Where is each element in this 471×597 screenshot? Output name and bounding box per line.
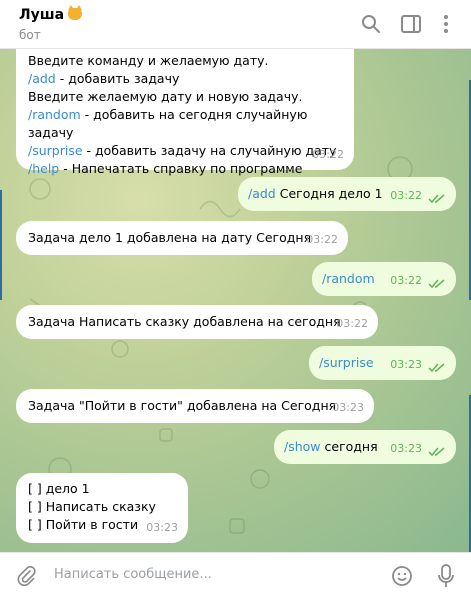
- message-time: 03:22: [306, 233, 338, 246]
- double-check-icon: [428, 194, 445, 204]
- add-description: - добавить задачу: [55, 71, 180, 86]
- outgoing-message: /surprise 03:23: [309, 346, 456, 380]
- surprise-description: - добавить задачу на случайную дату: [82, 143, 337, 158]
- message-time: 03:23: [390, 358, 422, 371]
- message-text: Задача "Пойти в гости" добавлена на Сего…: [28, 398, 337, 413]
- task-list-message: [ ] дело 1 [ ] Написать сказку [ ] Пойти…: [16, 473, 188, 543]
- command-link[interactable]: /show: [284, 439, 321, 454]
- incoming-message: Задача Написать сказку добавлена на сего…: [16, 305, 378, 339]
- chat-title[interactable]: Луша: [19, 5, 83, 23]
- command-link[interactable]: /add: [248, 186, 276, 201]
- message-input[interactable]: Написать сообщение...: [54, 567, 212, 582]
- message-time: 03:22: [390, 189, 422, 202]
- help-command-link[interactable]: /help: [28, 161, 59, 176]
- message-text: Задача дело 1 добавлена на дату Сегодня: [28, 230, 312, 245]
- incoming-message: Задача "Пойти в гости" добавлена на Сего…: [16, 389, 374, 423]
- chat-subtitle: бот: [19, 28, 41, 42]
- help-line-add: /add - добавить задачу: [28, 70, 342, 88]
- help-line-help: /help - Напечатать справку по программе: [28, 160, 342, 178]
- more-vert-icon[interactable]: [434, 12, 458, 36]
- message-time: 03:22: [336, 317, 368, 330]
- message-input-bar: Написать сообщение...: [0, 552, 471, 597]
- message-text: Задача Написать сказку добавлена на сего…: [28, 314, 341, 329]
- command-link[interactable]: /random: [322, 271, 375, 286]
- message-time: 03:23: [390, 442, 422, 455]
- help-message: Введите команду и желаемую дату. /add - …: [16, 49, 354, 176]
- outgoing-message: /add Сегодня дело 1 03:22: [238, 177, 456, 211]
- task-item: [ ] дело 1: [28, 481, 90, 496]
- paperclip-icon[interactable]: [14, 564, 38, 588]
- help-line-add-hint: Введите желаемую дату и новую задачу.: [28, 89, 303, 104]
- incoming-message: Задача дело 1 добавлена на дату Сегодня …: [16, 221, 348, 255]
- task-item: [ ] Написать сказку: [28, 499, 156, 514]
- outgoing-message: /random 03:22: [312, 262, 456, 296]
- surprise-command-link[interactable]: /surprise: [28, 143, 83, 158]
- help-line-intro: Введите команду и желаемую дату.: [28, 53, 269, 68]
- double-check-icon: [428, 447, 445, 457]
- double-check-icon: [428, 363, 445, 373]
- chat-title-text: Луша: [19, 7, 65, 23]
- search-icon[interactable]: [359, 12, 383, 36]
- emoji-icon[interactable]: [390, 564, 414, 588]
- microphone-icon[interactable]: [434, 563, 458, 589]
- message-time: 03:22: [390, 274, 422, 287]
- outgoing-message: /show сегодня 03:23: [274, 430, 456, 464]
- double-check-icon: [428, 279, 445, 289]
- random-command-link[interactable]: /random: [28, 107, 81, 122]
- cat-emoji-icon: [68, 5, 83, 20]
- message-time: 03:22: [312, 148, 344, 161]
- help-line-random: /random - добавить на сегодня случайную …: [28, 106, 342, 142]
- message-text: сегодня: [320, 439, 378, 454]
- chat-header: Луша бот: [0, 0, 471, 49]
- message-time: 03:23: [332, 401, 364, 414]
- sidebar-toggle-icon[interactable]: [399, 12, 423, 36]
- chat-messages-area[interactable]: Введите команду и желаемую дату. /add - …: [0, 49, 471, 552]
- window-edge: [0, 190, 2, 300]
- message-time: 03:23: [146, 521, 178, 534]
- command-link[interactable]: /surprise: [319, 355, 374, 370]
- help-description: - Напечатать справку по программе: [59, 161, 303, 176]
- help-line-surprise: /surprise - добавить задачу на случайную…: [28, 142, 342, 160]
- message-text: Сегодня дело 1: [275, 186, 383, 201]
- add-command-link[interactable]: /add: [28, 71, 56, 86]
